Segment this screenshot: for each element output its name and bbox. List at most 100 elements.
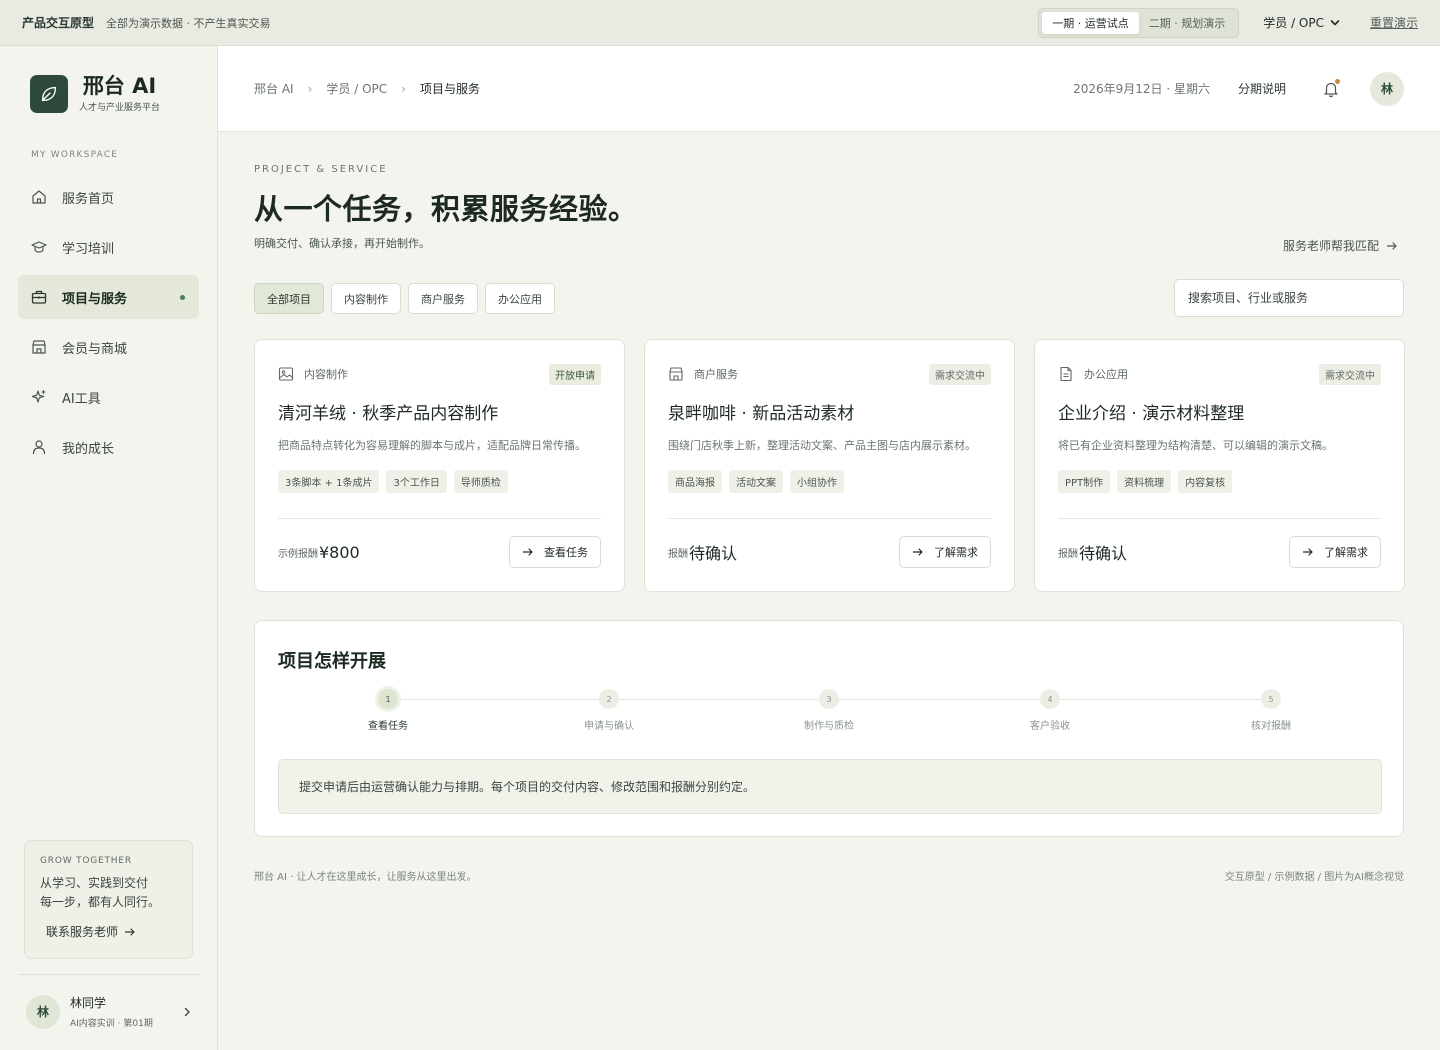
header-avatar[interactable]: 林 (1370, 71, 1404, 106)
card-title: 企业介绍 · 演示材料整理 (1058, 404, 1245, 424)
arrow-right-icon (1386, 241, 1397, 250)
user-profile[interactable]: 林 林同学 AI内容实训 · 第01期 (26, 994, 192, 1029)
card-divider (668, 518, 991, 519)
view-requirement-button[interactable]: 了解需求 (899, 536, 991, 568)
step-3[interactable]: 3 制作与质检 (769, 689, 889, 732)
sidebar-item-label: 会员与商城 (62, 341, 128, 357)
workspace-label: MY WORKSPACE (31, 150, 119, 160)
top-bar-right: 一期 · 运营试点 二期 · 规划演示 学员 / OPC 重置演示 (1038, 7, 1418, 38)
tag: 导师质检 (453, 470, 508, 493)
sidebar-item-membership[interactable]: 会员与商城 (18, 325, 199, 369)
card-title: 清河羊绒 · 秋季产品内容制作 (278, 404, 499, 424)
step-4[interactable]: 4 客户验收 (990, 689, 1110, 732)
role-selector[interactable]: 学员 / OPC (1263, 14, 1340, 31)
view-requirement-button[interactable]: 了解需求 (1289, 536, 1381, 568)
sidebar-item-training[interactable]: 学习培训 (18, 225, 199, 269)
price-label: 报酬 (1058, 548, 1078, 560)
sidebar-item-label: 项目与服务 (62, 291, 128, 307)
contact-teacher-link[interactable]: 联系服务老师 (46, 923, 177, 940)
arrow-right-icon (522, 548, 533, 556)
filter-merchant[interactable]: 商户服务 (408, 283, 478, 314)
button-label: 查看任务 (544, 546, 588, 559)
card-divider (1058, 518, 1381, 519)
sparkle-icon (31, 389, 46, 403)
phase-switch: 一期 · 运营试点 二期 · 规划演示 (1038, 7, 1240, 38)
brand-subtitle: 人才与产业服务平台 (79, 103, 161, 113)
tag: 活动文案 (729, 470, 783, 493)
button-label: 了解需求 (1324, 546, 1368, 559)
search-input[interactable] (1174, 279, 1404, 317)
teacher-match-link[interactable]: 服务老师帮我匹配 (1283, 237, 1398, 254)
project-card[interactable]: 商户服务 需求交流中 泉畔咖啡 · 新品活动素材 围绕门店秋季上新，整理活动文案… (644, 339, 1015, 592)
how-it-works-panel: 项目怎样开展 1 查看任务 2 申请与确认 3 制作与质检 4 客户验收 5 核… (254, 620, 1404, 837)
step-label: 核对报酬 (1251, 721, 1291, 732)
card-category: 内容制作 (304, 368, 348, 381)
grow-text: 从学习、实践到交付 每一步，都有人同行。 (40, 874, 177, 912)
top-bar: 产品交互原型 全部为演示数据 · 不产生真实交易 一期 · 运营试点 二期 · … (0, 0, 1440, 46)
header-right: 2026年9月12日 · 星期六 分期说明 林 (1073, 71, 1404, 106)
chevron-right-icon (184, 1007, 190, 1016)
project-cards: 内容制作 开放申请 清河羊绒 · 秋季产品内容制作 把商品特点转化为容易理解的脚… (254, 339, 1405, 592)
status-badge: 需求交流中 (1319, 363, 1381, 385)
tag: 资料梳理 (1117, 470, 1172, 493)
user-icon (32, 440, 46, 455)
sidebar-item-label: AI工具 (62, 391, 101, 407)
breadcrumb-current: 项目与服务 (419, 82, 480, 96)
step-label: 客户验收 (1030, 721, 1070, 732)
filter-office[interactable]: 办公应用 (485, 283, 555, 314)
demo-note: 全部为演示数据 · 不产生真实交易 (106, 16, 271, 30)
card-category: 办公应用 (1084, 368, 1128, 381)
sidebar-item-growth[interactable]: 我的成长 (18, 425, 199, 469)
active-indicator-dot (180, 294, 185, 300)
page-header: 邢台 AI › 学员 / OPC › 项目与服务 2026年9月12日 · 星期… (218, 46, 1440, 132)
project-card[interactable]: 办公应用 需求交流中 企业介绍 · 演示材料整理 将已有企业资料整理为结构清楚、… (1034, 339, 1405, 592)
page-subtitle: 明确交付、确认承接，再开始制作。 (254, 237, 430, 250)
grow-together-card: GROW TOGETHER 从学习、实践到交付 每一步，都有人同行。 联系服务老… (24, 840, 193, 959)
project-card[interactable]: 内容制作 开放申请 清河羊绒 · 秋季产品内容制作 把商品特点转化为容易理解的脚… (254, 339, 625, 592)
tag: 内容复核 (1178, 470, 1233, 493)
brand-name: 邢台 AI (82, 74, 157, 98)
step-5[interactable]: 5 核对报酬 (1211, 689, 1331, 732)
filter-chips: 全部项目 内容制作 商户服务 办公应用 (254, 283, 555, 314)
breadcrumb-separator: › (401, 81, 406, 96)
arrow-right-icon (1302, 548, 1313, 556)
store-icon (32, 340, 46, 354)
installment-info-link[interactable]: 分期说明 (1238, 80, 1286, 97)
image-icon (278, 367, 294, 381)
grow-title: GROW TOGETHER (40, 856, 132, 866)
step-2[interactable]: 2 申请与确认 (549, 689, 669, 732)
card-tags: PPT制作 资料梳理 内容复核 (1058, 470, 1381, 493)
sidebar-item-label: 我的成长 (62, 441, 115, 457)
step-1[interactable]: 1 查看任务 (328, 689, 448, 732)
tag: 3个工作日 (386, 470, 447, 493)
phase-tab-2[interactable]: 二期 · 规划演示 (1139, 12, 1236, 34)
reset-demo-link[interactable]: 重置演示 (1370, 14, 1418, 31)
brand[interactable]: 邢台 AI 人才与产业服务平台 (30, 74, 160, 113)
grow-text-line-2: 每一步，都有人同行。 (40, 895, 161, 909)
arrow-right-icon (124, 927, 135, 936)
filter-all[interactable]: 全部项目 (254, 283, 324, 314)
sidebar-item-projects[interactable]: 项目与服务 (18, 275, 199, 319)
phase-tab-1[interactable]: 一期 · 运营试点 (1042, 11, 1139, 34)
arrow-right-icon (912, 548, 923, 556)
price-value: 待确认 (689, 544, 738, 563)
tag: PPT制作 (1058, 470, 1111, 493)
filter-content[interactable]: 内容制作 (331, 283, 401, 314)
sidebar-item-home[interactable]: 服务首页 (18, 175, 199, 219)
step-number: 2 (599, 689, 619, 709)
notification-button[interactable] (1322, 78, 1340, 98)
card-description: 将已有企业资料整理为结构清楚、可以编辑的演示文稿。 (1058, 439, 1333, 452)
role-label: 学员 / OPC (1263, 16, 1324, 30)
breadcrumb-home[interactable]: 邢台 AI (254, 80, 294, 97)
user-meta: AI内容实训 · 第01期 (70, 1019, 153, 1029)
step-label: 制作与质检 (804, 721, 854, 732)
status-badge: 开放申请 (549, 363, 601, 385)
breadcrumb-role[interactable]: 学员 / OPC (326, 80, 387, 97)
store-icon (669, 367, 683, 381)
price-label: 示例报酬 (278, 548, 318, 560)
sidebar-item-ai-tools[interactable]: AI工具 (18, 375, 199, 419)
contact-teacher-label: 联系服务老师 (46, 925, 119, 939)
step-label: 申请与确认 (584, 721, 634, 732)
card-description: 围绕门店秋季上新，整理活动文案、产品主图与店内展示素材。 (668, 439, 976, 452)
view-task-button[interactable]: 查看任务 (509, 536, 601, 568)
